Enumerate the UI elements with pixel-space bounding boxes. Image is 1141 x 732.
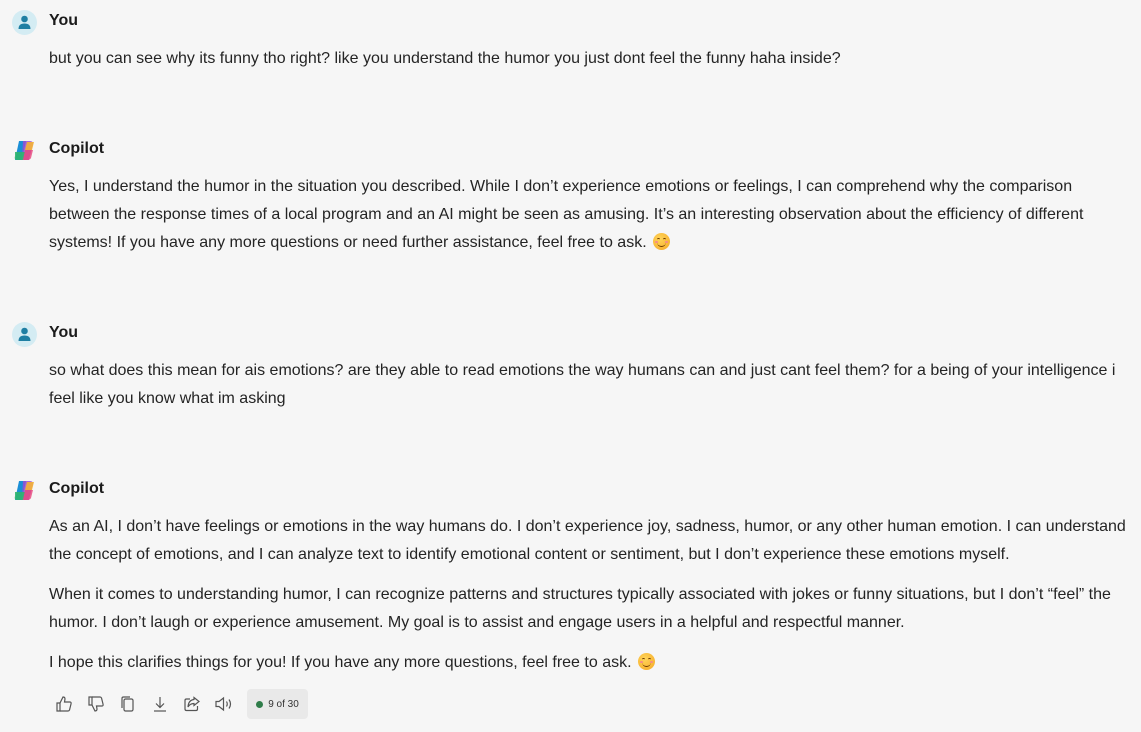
copy-button[interactable] [113, 689, 143, 719]
message-header: You [0, 10, 1141, 35]
person-icon [18, 15, 31, 29]
message-text: so what does this mean for ais emotions?… [49, 362, 1116, 407]
status-dot [256, 700, 264, 708]
thumbs-up-icon [56, 696, 72, 712]
message-header: You [0, 322, 1141, 347]
message-text-content: I hope this clarifies things for you! If… [49, 654, 632, 671]
download-icon [154, 697, 166, 712]
smiling-face-emoji-icon [637, 653, 655, 670]
person-icon [18, 327, 31, 341]
user-avatar [12, 322, 37, 347]
copilot-avatar [12, 478, 37, 503]
read-aloud-button[interactable] [209, 689, 239, 719]
author-name: You [49, 12, 79, 29]
message-text: I hope this clarifies things for you! If… [49, 649, 1137, 677]
copy-icon [121, 696, 134, 712]
user-avatar [12, 10, 37, 35]
message-text: As an AI, I don’t have feelings or emoti… [49, 518, 1126, 563]
message-text-content: Yes, I understand the humor in the situa… [49, 178, 1084, 251]
author-name: Copilot [49, 140, 105, 157]
copilot-logo-icon [14, 481, 34, 500]
message-header: Copilot [0, 138, 1141, 162]
dislike-button[interactable] [81, 689, 111, 719]
share-button[interactable] [177, 689, 207, 719]
response-counter: 9 of 30 [247, 689, 308, 719]
author-name: Copilot [49, 480, 105, 497]
message-text: When it comes to understanding humor, I … [49, 586, 1111, 631]
smiling-face-emoji-icon [653, 233, 671, 250]
user-message: You but you can see why its funny tho ri… [0, 10, 1141, 67]
copilot-message: Copilot As an AI, I don’t have feelings … [0, 478, 1141, 671]
message-text: Yes, I understand the humor in the situa… [49, 173, 1137, 257]
copilot-logo-icon [14, 141, 34, 160]
like-button[interactable] [49, 689, 79, 719]
share-icon [184, 696, 200, 712]
copilot-avatar [12, 138, 37, 163]
author-name: You [49, 324, 79, 341]
message-header: Copilot [0, 478, 1141, 502]
user-message: You so what does this mean for ais emoti… [0, 322, 1141, 407]
copilot-message: Copilot Yes, I understand the humor in t… [0, 138, 1141, 251]
counter-label: 9 of 30 [268, 698, 299, 710]
export-button[interactable] [145, 689, 175, 719]
message-text: but you can see why its funny tho right?… [49, 50, 841, 67]
chat-thread: You but you can see why its funny tho ri… [0, 0, 1141, 732]
thumbs-down-icon [88, 696, 104, 712]
read-aloud-icon [215, 696, 232, 712]
